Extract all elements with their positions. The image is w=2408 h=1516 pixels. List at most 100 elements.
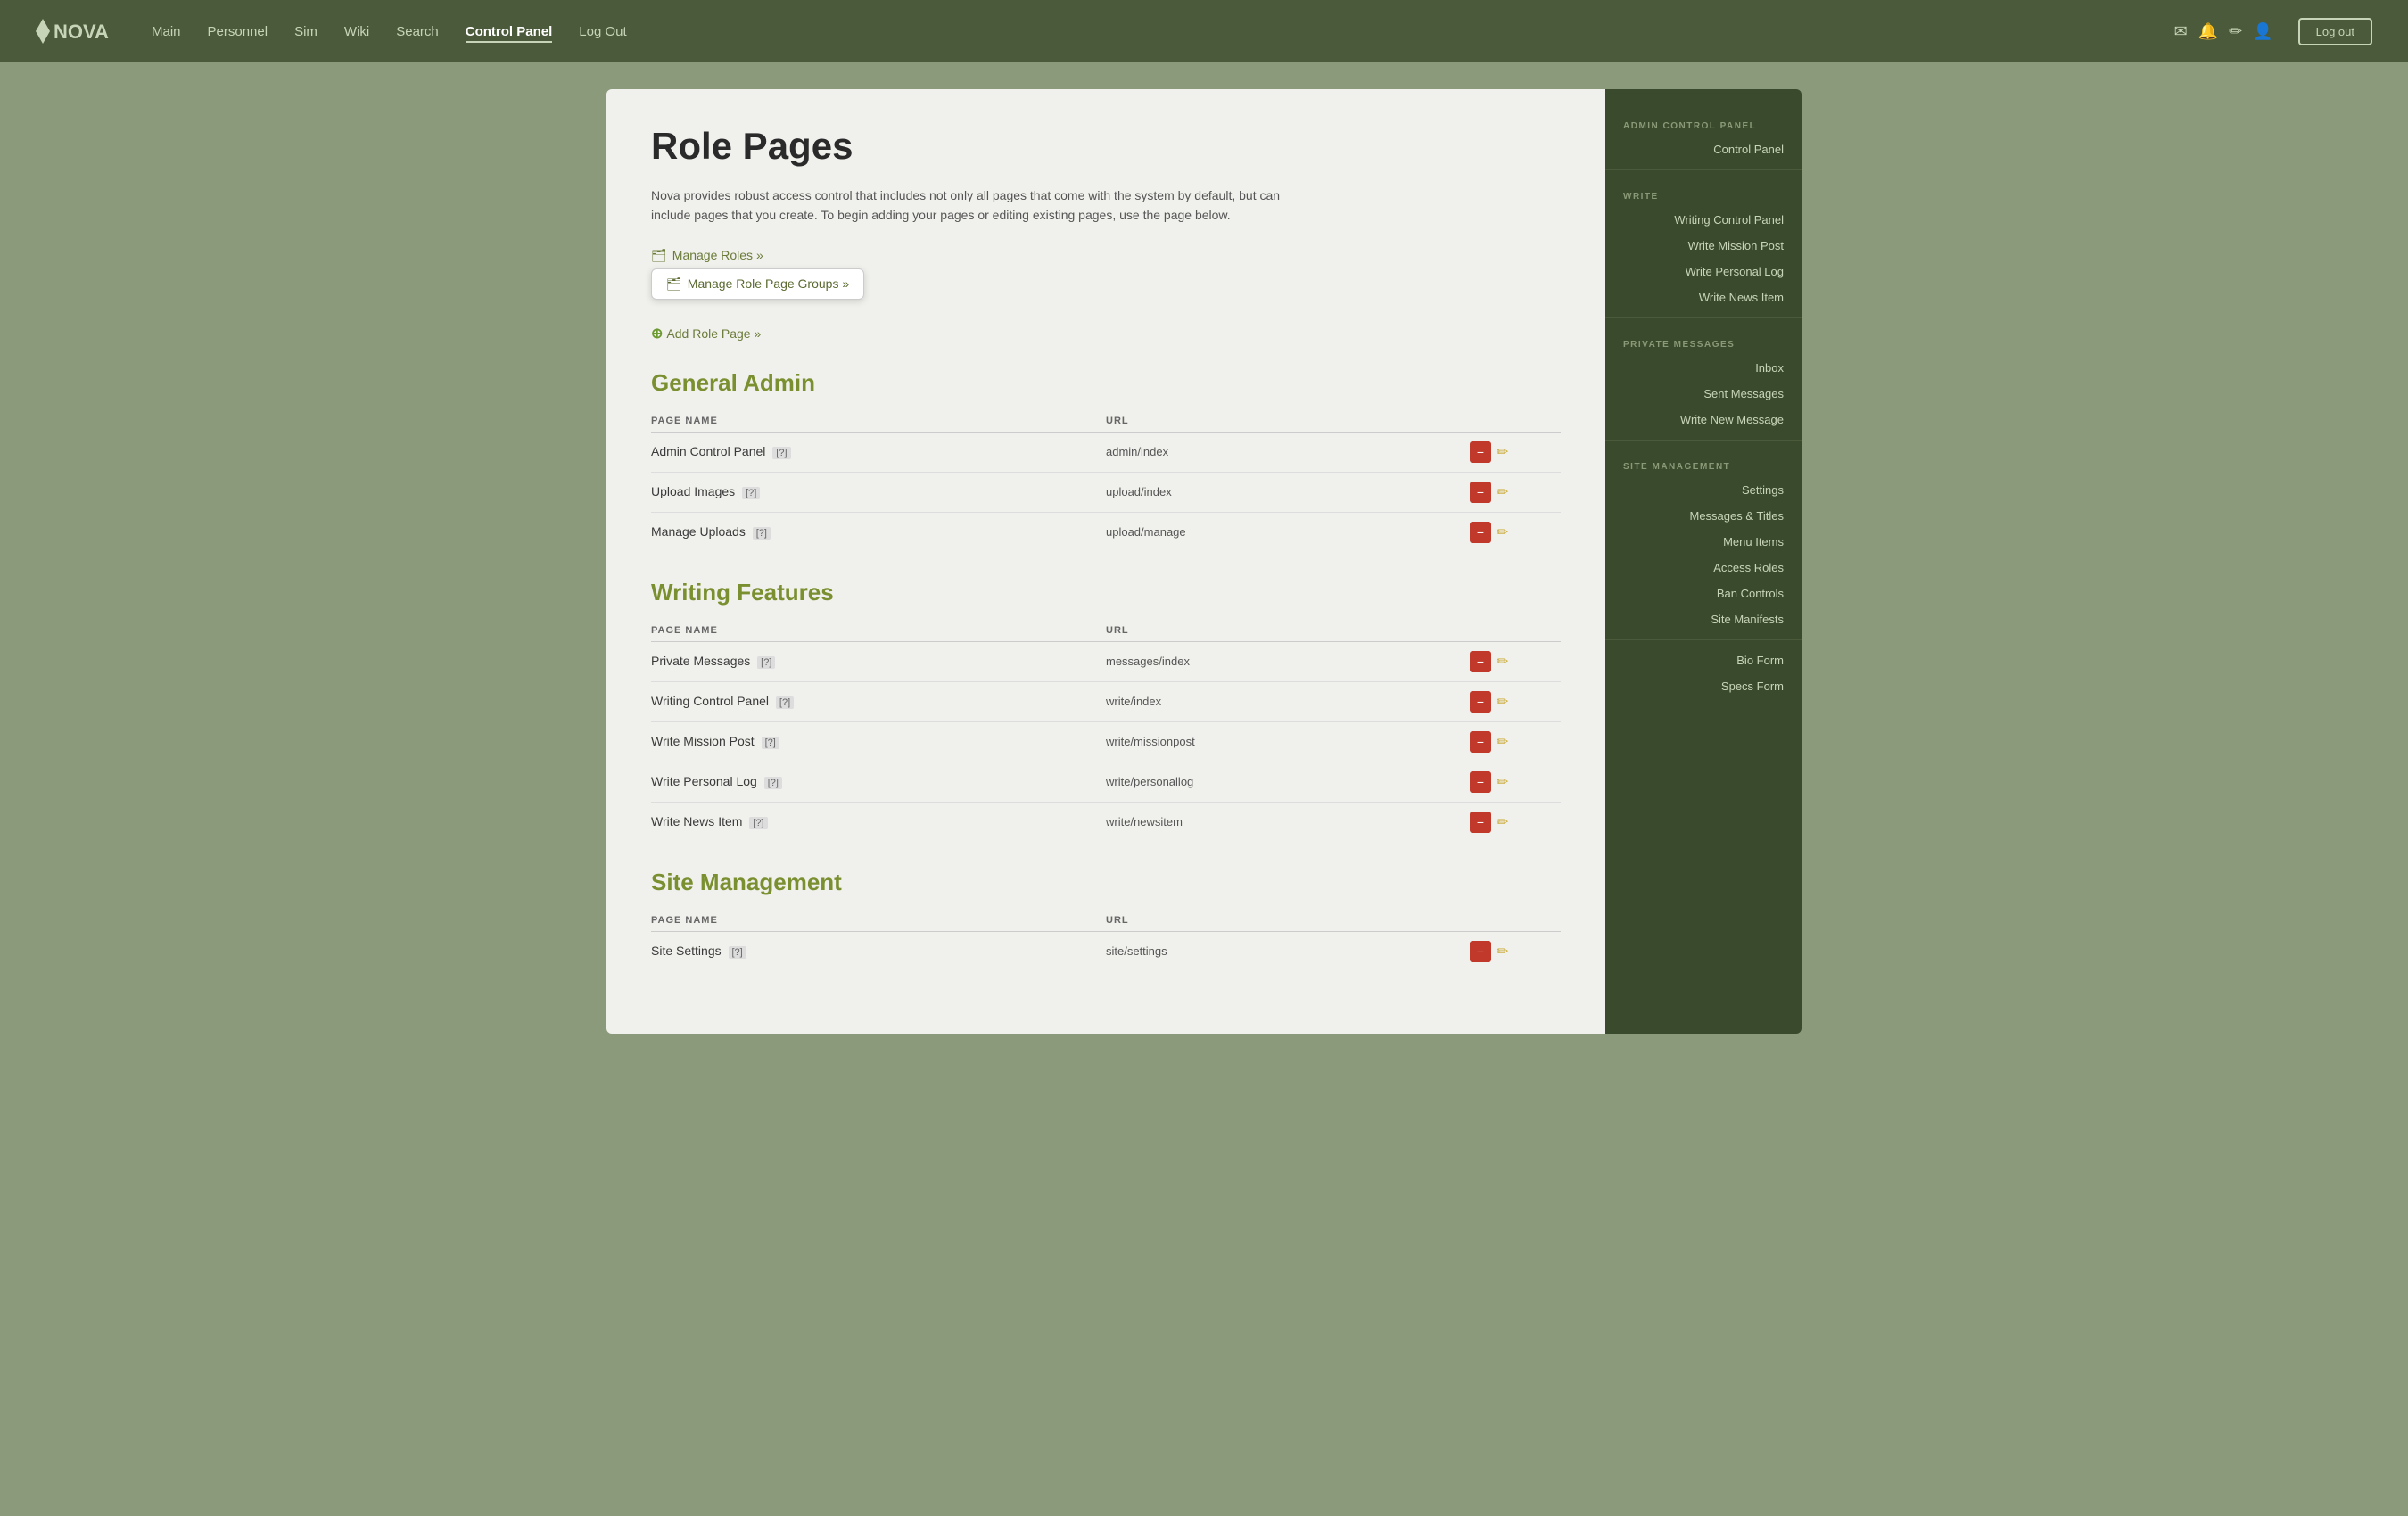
edit-button[interactable]: ✏ [1497, 693, 1508, 711]
edit-button[interactable]: ✏ [1497, 943, 1508, 960]
sidebar-item-writing-control-panel[interactable]: Writing Control Panel [1605, 207, 1802, 233]
sidebar-item-messages-titles[interactable]: Messages & Titles [1605, 503, 1802, 529]
add-icon: ⊕ [651, 325, 663, 342]
actions-cell: − ✏ [1470, 691, 1561, 713]
page-url-cell: write/personallog [1106, 762, 1470, 802]
page-name-cell: Write News Item [?] [651, 802, 1106, 842]
help-badge[interactable]: [?] [757, 656, 775, 669]
table-row: Admin Control Panel [?] admin/index − ✏ [651, 432, 1561, 472]
delete-button[interactable]: − [1470, 771, 1491, 793]
nav-sim[interactable]: Sim [294, 24, 317, 39]
help-badge[interactable]: [?] [749, 817, 767, 829]
col-page-name-header: PAGE NAME [651, 910, 1106, 932]
sidebar-divider [1605, 440, 1802, 441]
person-icon[interactable]: 👤 [2253, 22, 2272, 41]
bell-icon[interactable]: 🔔 [2198, 22, 2218, 41]
nav-personnel[interactable]: Personnel [208, 24, 268, 39]
actions-cell: − ✏ [1470, 812, 1561, 833]
actions-cell: − ✏ [1470, 522, 1561, 543]
section-site-management: Site Management [651, 869, 1561, 896]
sidebar-item-inbox[interactable]: Inbox [1605, 355, 1802, 381]
edit-button[interactable]: ✏ [1497, 813, 1508, 831]
help-badge[interactable]: [?] [742, 487, 760, 499]
page-title: Role Pages [651, 125, 1561, 168]
add-role-page-link[interactable]: ⊕ Add Role Page » [651, 325, 1561, 342]
groups-icon: 🗂 [666, 276, 682, 292]
page-name-cell: Write Personal Log [?] [651, 762, 1106, 802]
content-wrapper: Role Pages Nova provides robust access c… [606, 89, 1802, 1034]
page-name-cell: Manage Uploads [?] [651, 512, 1106, 552]
help-badge[interactable]: [?] [764, 777, 782, 789]
sidebar-item-write-mission-post[interactable]: Write Mission Post [1605, 233, 1802, 259]
nav-main[interactable]: Main [152, 24, 181, 39]
sidebar-section-site: SITE MANAGEMENT [1605, 448, 1802, 477]
sidebar-item-sent-messages[interactable]: Sent Messages [1605, 381, 1802, 407]
edit-button[interactable]: ✏ [1497, 653, 1508, 671]
page-url-cell: messages/index [1106, 641, 1470, 681]
nav-links: Main Personnel Sim Wiki Search Control P… [152, 24, 2174, 39]
actions-cell: − ✏ [1470, 941, 1561, 962]
edit-button[interactable]: ✏ [1497, 733, 1508, 751]
edit-button[interactable]: ✏ [1497, 483, 1508, 501]
page-name-cell: Private Messages [?] [651, 641, 1106, 681]
envelope-icon[interactable]: ✉ [2174, 22, 2188, 41]
sidebar-section-admin: ADMIN CONTROL PANEL [1605, 107, 1802, 136]
table-row: Site Settings [?] site/settings − ✏ [651, 931, 1561, 971]
page-name-cell: Writing Control Panel [?] [651, 681, 1106, 721]
table-row: Manage Uploads [?] upload/manage − ✏ [651, 512, 1561, 552]
nav-logout[interactable]: Log Out [579, 24, 626, 39]
nav-control-panel[interactable]: Control Panel [466, 24, 553, 43]
delete-button[interactable]: − [1470, 691, 1491, 713]
delete-button[interactable]: − [1470, 441, 1491, 463]
sidebar-divider [1605, 639, 1802, 640]
edit-button[interactable]: ✏ [1497, 523, 1508, 541]
edit-icon[interactable]: ✏ [2229, 22, 2242, 41]
table-row: Private Messages [?] messages/index − ✏ [651, 641, 1561, 681]
sidebar-item-settings[interactable]: Settings [1605, 477, 1802, 503]
col-url-header: URL [1106, 410, 1470, 433]
sidebar-item-menu-items[interactable]: Menu Items [1605, 529, 1802, 555]
help-badge[interactable]: [?] [753, 527, 771, 540]
help-badge[interactable]: [?] [776, 696, 794, 709]
logout-button[interactable]: Log out [2298, 18, 2372, 45]
sidebar-item-write-news-item[interactable]: Write News Item [1605, 284, 1802, 310]
manage-role-page-groups-tooltip[interactable]: 🗂 Manage Role Page Groups » [651, 268, 864, 300]
sidebar-item-bio-form[interactable]: Bio Form [1605, 647, 1802, 673]
sidebar-item-site-manifests[interactable]: Site Manifests [1605, 606, 1802, 632]
top-navigation: NOVA Main Personnel Sim Wiki Search Cont… [0, 0, 2408, 62]
delete-button[interactable]: − [1470, 651, 1491, 672]
delete-button[interactable]: − [1470, 731, 1491, 753]
nav-search[interactable]: Search [396, 24, 439, 39]
delete-button[interactable]: − [1470, 522, 1491, 543]
manage-roles-link[interactable]: 🗂 Manage Roles » [651, 248, 1561, 263]
sidebar-item-control-panel[interactable]: Control Panel [1605, 136, 1802, 162]
sidebar-section-write: WRITE [1605, 177, 1802, 207]
page-url-cell: write/missionpost [1106, 721, 1470, 762]
page-url-cell: upload/manage [1106, 512, 1470, 552]
help-badge[interactable]: [?] [772, 447, 790, 459]
sidebar-item-write-personal-log[interactable]: Write Personal Log [1605, 259, 1802, 284]
delete-button[interactable]: − [1470, 812, 1491, 833]
page-url-cell: write/index [1106, 681, 1470, 721]
sidebar-item-specs-form[interactable]: Specs Form [1605, 673, 1802, 699]
delete-button[interactable]: − [1470, 941, 1491, 962]
page-name-cell: Admin Control Panel [?] [651, 432, 1106, 472]
help-badge[interactable]: [?] [729, 946, 746, 959]
sidebar-divider [1605, 169, 1802, 170]
actions-cell: − ✏ [1470, 441, 1561, 463]
col-url-header: URL [1106, 620, 1470, 642]
sidebar-divider [1605, 317, 1802, 318]
nav-wiki[interactable]: Wiki [344, 24, 369, 39]
sidebar-item-write-new-message[interactable]: Write New Message [1605, 407, 1802, 433]
help-badge[interactable]: [?] [762, 737, 779, 749]
delete-button[interactable]: − [1470, 482, 1491, 503]
edit-button[interactable]: ✏ [1497, 443, 1508, 461]
section-general-admin: General Admin [651, 369, 1561, 397]
sidebar-item-access-roles[interactable]: Access Roles [1605, 555, 1802, 581]
sidebar-item-ban-controls[interactable]: Ban Controls [1605, 581, 1802, 606]
table-row: Write News Item [?] write/newsitem − ✏ [651, 802, 1561, 842]
action-links: 🗂 Manage Roles » 🗂 Manage Role Page Grou… [651, 248, 1561, 307]
writing-features-table: PAGE NAME URL Private Messages [?] messa… [651, 620, 1561, 842]
edit-button[interactable]: ✏ [1497, 773, 1508, 791]
site-logo[interactable]: NOVA [36, 15, 116, 47]
